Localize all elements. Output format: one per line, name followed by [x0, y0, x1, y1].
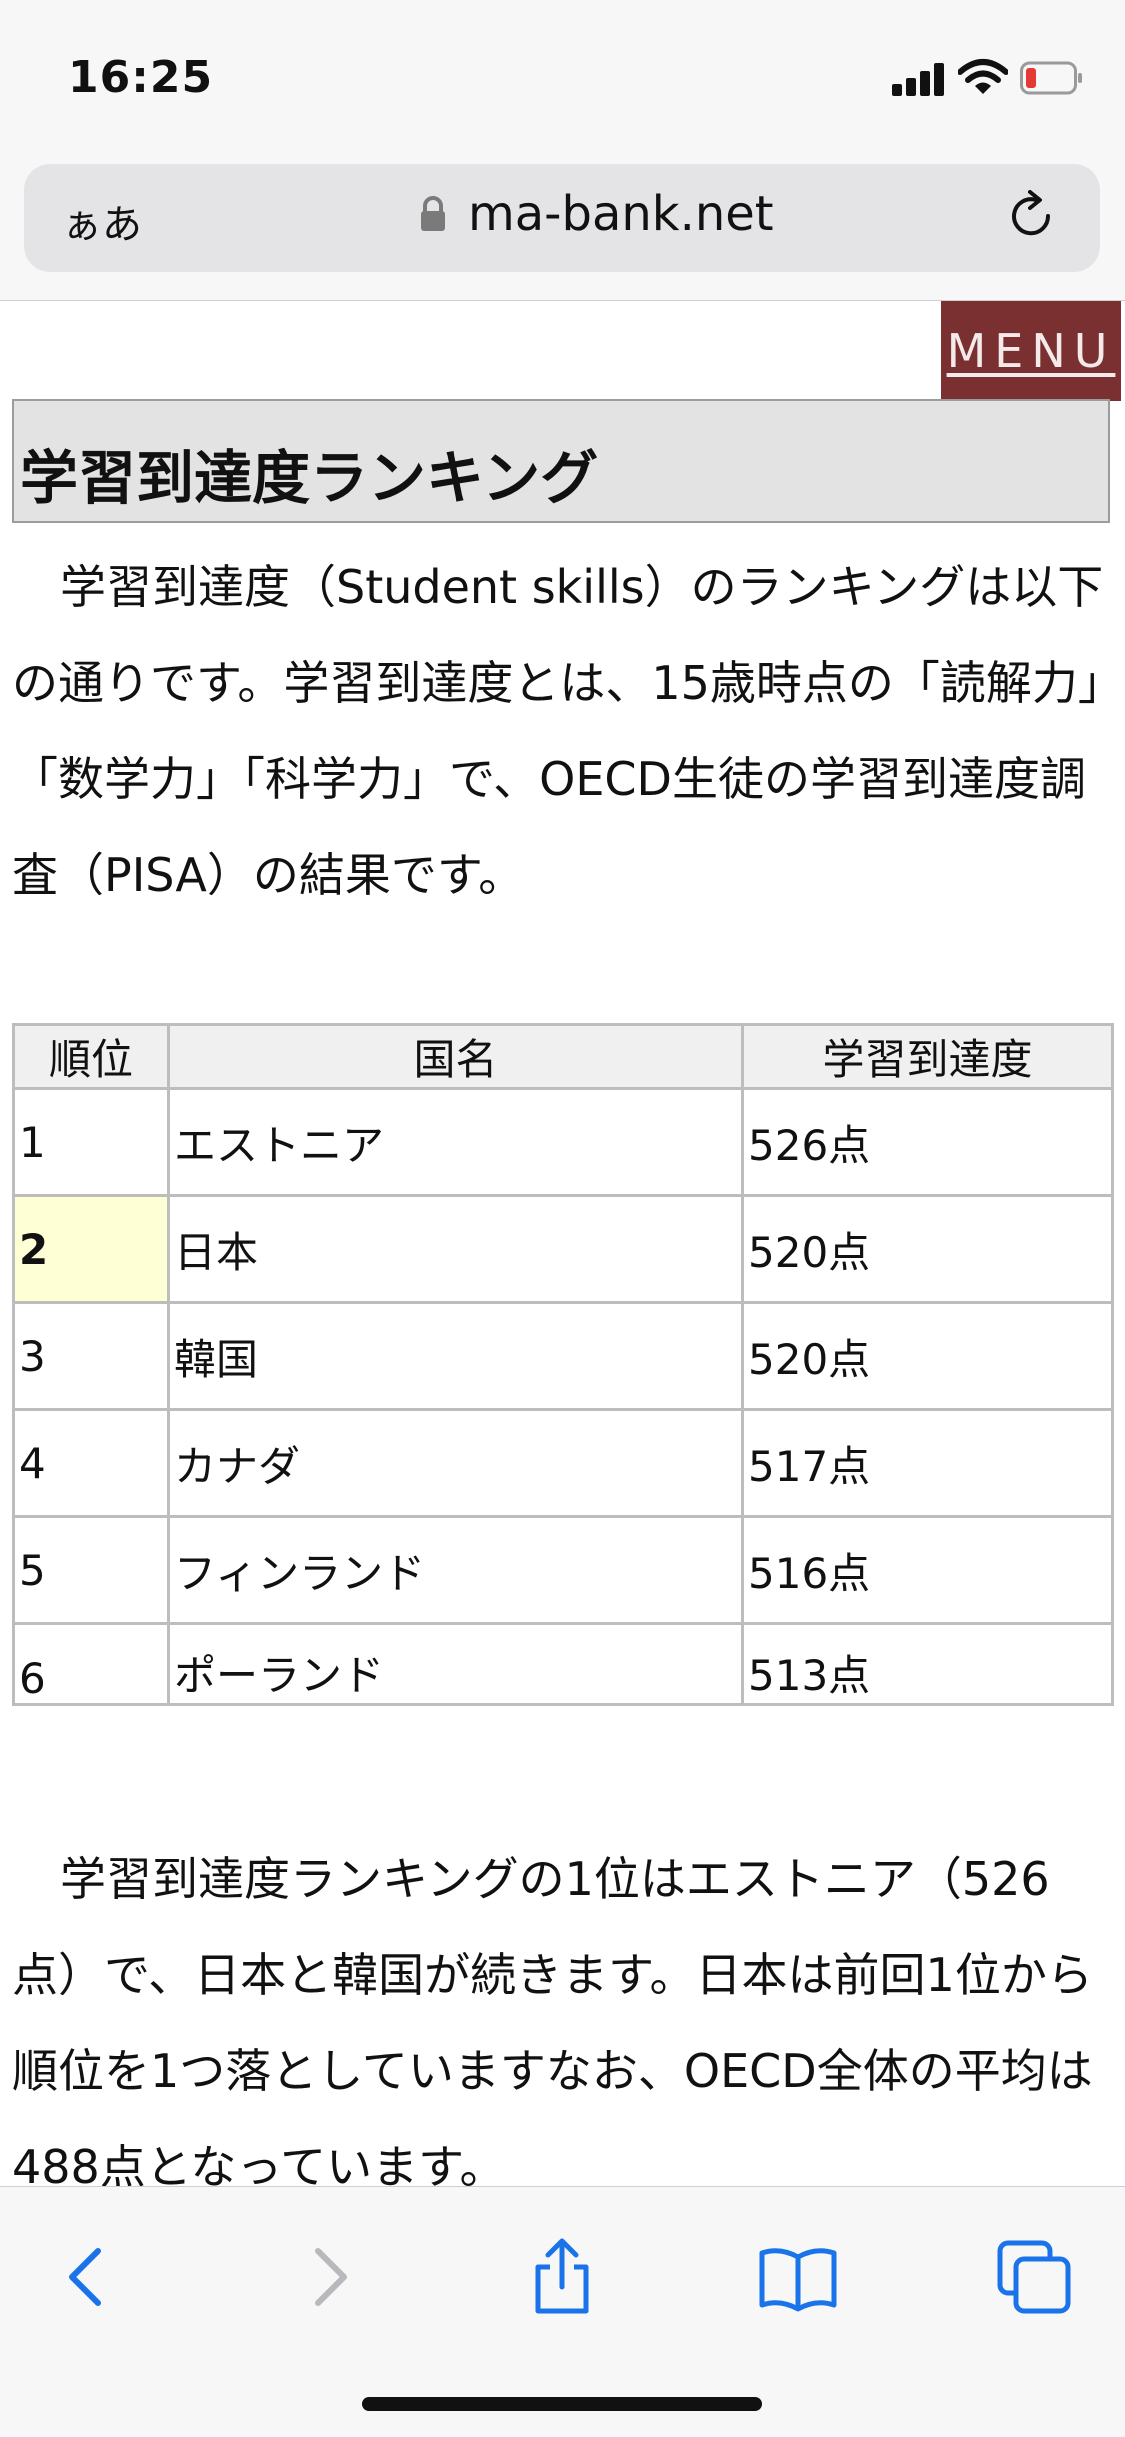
table-row: 3 韓国 520点 — [12, 1301, 1114, 1411]
address-bar[interactable]: ぁあ ma-bank.net — [24, 164, 1100, 272]
score-cell: 513点 — [741, 1622, 1114, 1706]
column-header-score: 学習到達度 — [741, 1023, 1114, 1090]
bookmarks-icon[interactable] — [758, 2237, 838, 2317]
rank-cell: 3 — [12, 1301, 170, 1411]
browser-toolbar — [0, 2186, 1125, 2437]
country-cell: 日本 — [167, 1194, 744, 1304]
score-cell: 526点 — [741, 1087, 1114, 1197]
back-icon[interactable] — [48, 2237, 128, 2317]
table-row: 4 カナダ 517点 — [12, 1408, 1114, 1518]
share-icon[interactable] — [522, 2237, 602, 2317]
page-content: MENU 学習到達度ランキング 学習到達度（Student skills）のラン… — [0, 301, 1125, 2186]
table-header-row: 順位 国名 学習到達度 — [12, 1023, 1114, 1090]
cellular-signal-icon — [892, 62, 944, 96]
column-header-country: 国名 — [167, 1023, 744, 1090]
column-header-rank: 順位 — [12, 1023, 170, 1090]
page-title: 学習到達度ランキング — [12, 399, 1110, 523]
menu-button[interactable]: MENU — [941, 301, 1121, 401]
table-row: 1 エストニア 526点 — [12, 1087, 1114, 1197]
ranking-table: 順位 国名 学習到達度 1 エストニア 526点 2 日本 520点 3 韓国 … — [12, 1023, 1114, 1706]
country-cell: エストニア — [167, 1087, 744, 1197]
forward-icon[interactable] — [288, 2237, 368, 2317]
score-cell: 517点 — [741, 1408, 1114, 1518]
rank-cell: 6 — [12, 1622, 170, 1706]
lock-icon — [421, 196, 445, 231]
table-row: 6 ポーランド 513点 — [12, 1622, 1114, 1706]
country-cell: ポーランド — [167, 1622, 744, 1706]
score-cell: 516点 — [741, 1515, 1114, 1625]
table-row: 2 日本 520点 — [12, 1194, 1114, 1304]
intro-paragraph: 学習到達度（Student skills）のランキングは以下の通りです。学習到達… — [12, 560, 1104, 902]
status-bar: 16:25 — [0, 0, 1125, 160]
text-size-button[interactable]: ぁあ — [62, 192, 142, 250]
country-cell: フィンランド — [167, 1515, 744, 1625]
rank-cell: 4 — [12, 1408, 170, 1518]
rank-cell-highlighted: 2 — [12, 1194, 170, 1304]
browser-chrome: ぁあ ma-bank.net — [0, 160, 1125, 301]
status-time: 16:25 — [68, 52, 214, 103]
score-cell: 520点 — [741, 1194, 1114, 1304]
score-cell: 520点 — [741, 1301, 1114, 1411]
country-cell: カナダ — [167, 1408, 744, 1518]
reload-icon[interactable] — [1004, 190, 1060, 246]
summary-paragraph: 学習到達度ランキングの1位はエストニア（526点）で、日本と韓国が続きます。日本… — [12, 1852, 1093, 2186]
rank-cell: 1 — [12, 1087, 170, 1197]
rank-cell: 5 — [12, 1515, 170, 1625]
battery-low-icon — [1020, 61, 1082, 95]
country-cell: 韓国 — [167, 1301, 744, 1411]
tabs-icon[interactable] — [994, 2237, 1074, 2317]
url-text[interactable]: ma-bank.net — [468, 186, 774, 242]
table-row: 5 フィンランド 516点 — [12, 1515, 1114, 1625]
home-indicator[interactable] — [362, 2397, 762, 2411]
wifi-icon — [958, 59, 1008, 94]
